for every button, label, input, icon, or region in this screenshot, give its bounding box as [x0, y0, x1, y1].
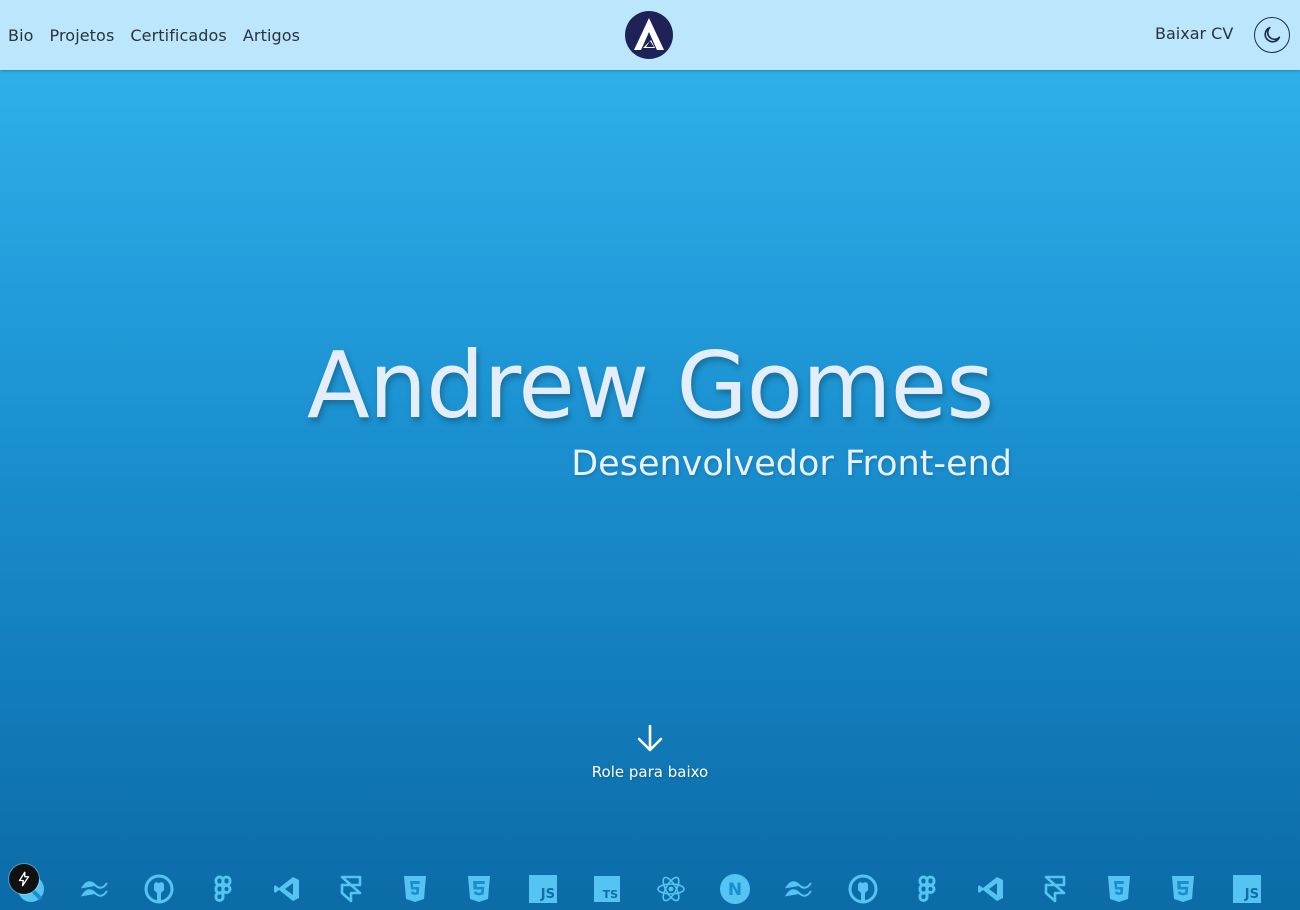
arrow-down-icon [637, 724, 663, 752]
tailwind-icon [782, 872, 816, 906]
html5-icon [398, 872, 432, 906]
react-icon [654, 872, 688, 906]
top-navbar: Bio Projetos Certificados Artigos Baixar… [0, 0, 1300, 70]
hero-subtitle: Desenvolvedor Front-end [571, 444, 1012, 484]
javascript-badge: JS [1233, 875, 1261, 903]
nextjs-icon: N [718, 872, 752, 906]
brand-a-logo-icon[interactable] [624, 10, 674, 60]
css3-icon [462, 872, 496, 906]
scroll-down-label: Role para baixo [591, 763, 709, 781]
css3-icon [1166, 872, 1200, 906]
nav-links: Bio Projetos Certificados Artigos [8, 0, 316, 70]
javascript-icon: JS [526, 872, 560, 906]
tech-icons-marquee: JS TS N JS [0, 862, 1300, 910]
nav-link-bio[interactable]: Bio [8, 26, 34, 45]
typescript-icon: TS [590, 872, 624, 906]
framer-icon [334, 872, 368, 906]
tailwind-icon [78, 872, 112, 906]
hero-section: Andrew Gomes Desenvolvedor Front-end Rol… [0, 70, 1300, 910]
nav-link-artigos[interactable]: Artigos [243, 26, 300, 45]
moon-icon [1264, 26, 1281, 43]
nextjs-badge: N [728, 880, 742, 900]
download-cv-link[interactable]: Baixar CV [1155, 24, 1233, 43]
github-icon [142, 872, 176, 906]
lightning-icon [18, 871, 30, 887]
nav-link-certificados[interactable]: Certificados [130, 26, 226, 45]
vscode-icon [974, 872, 1008, 906]
hero-title: Andrew Gomes [306, 332, 994, 439]
figma-icon [910, 872, 944, 906]
html5-icon [1102, 872, 1136, 906]
vscode-icon [270, 872, 304, 906]
lightning-fab-button[interactable] [9, 864, 39, 894]
typescript-badge: TS [594, 876, 620, 902]
nav-link-projetos[interactable]: Projetos [50, 26, 115, 45]
theme-toggle-button[interactable] [1254, 17, 1290, 53]
javascript-icon: JS [1230, 872, 1264, 906]
figma-icon [206, 872, 240, 906]
scroll-down-hint[interactable]: Role para baixo [550, 722, 750, 781]
javascript-badge: JS [529, 875, 557, 903]
framer-icon [1038, 872, 1072, 906]
github-icon [846, 872, 880, 906]
